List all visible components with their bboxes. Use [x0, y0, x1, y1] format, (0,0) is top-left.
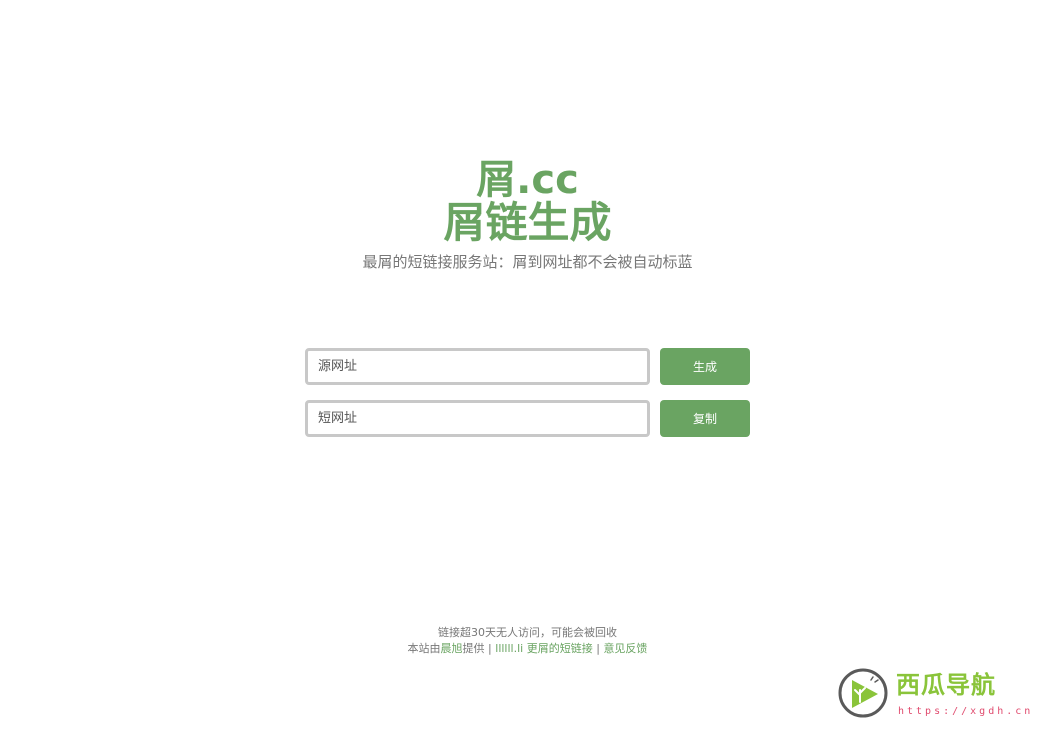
more-short-link[interactable]: 更屑的短链接 — [527, 642, 593, 655]
retention-notice: 链接超30天无人访问，可能会被回收 — [438, 626, 617, 639]
feedback-link[interactable]: 意见反馈 — [603, 642, 647, 655]
provider-link[interactable]: 晨旭 — [441, 642, 463, 655]
footer: 链接超30天无人访问，可能会被回收 本站由晨旭提供 | llllll.li 更屑… — [0, 625, 1055, 657]
copy-button[interactable]: 复制 — [660, 400, 750, 437]
watermelon-logo-icon — [838, 668, 888, 718]
page: 屑.cc 屑链生成 最屑的短链接服务站：屑到网址都不会被自动标蓝 生成 复制 链… — [0, 0, 1055, 736]
copy-row: 复制 — [305, 400, 750, 438]
watermark: 西瓜导航 https://xgdh.cn — [838, 668, 1048, 724]
page-title: 屑链生成 — [443, 198, 612, 247]
footer-separator: | — [596, 642, 600, 655]
llllll-link[interactable]: llllll.li — [495, 642, 523, 655]
tagline: 最屑的短链接服务站：屑到网址都不会被自动标蓝 — [362, 253, 693, 271]
credits-prefix: 本站由 — [407, 642, 441, 655]
source-url-input[interactable] — [305, 348, 650, 385]
generate-button[interactable]: 生成 — [660, 348, 750, 385]
short-url-input[interactable] — [305, 400, 650, 437]
watermark-url: https://xgdh.cn — [898, 706, 1034, 717]
credits-line: 本站由晨旭提供 | llllll.li 更屑的短链接 | 意见反馈 — [0, 641, 1055, 657]
generate-row: 生成 — [305, 348, 750, 386]
credits-suffix: 提供 — [462, 642, 485, 655]
footer-separator: | — [488, 642, 492, 655]
watermark-title: 西瓜导航 — [896, 671, 996, 699]
